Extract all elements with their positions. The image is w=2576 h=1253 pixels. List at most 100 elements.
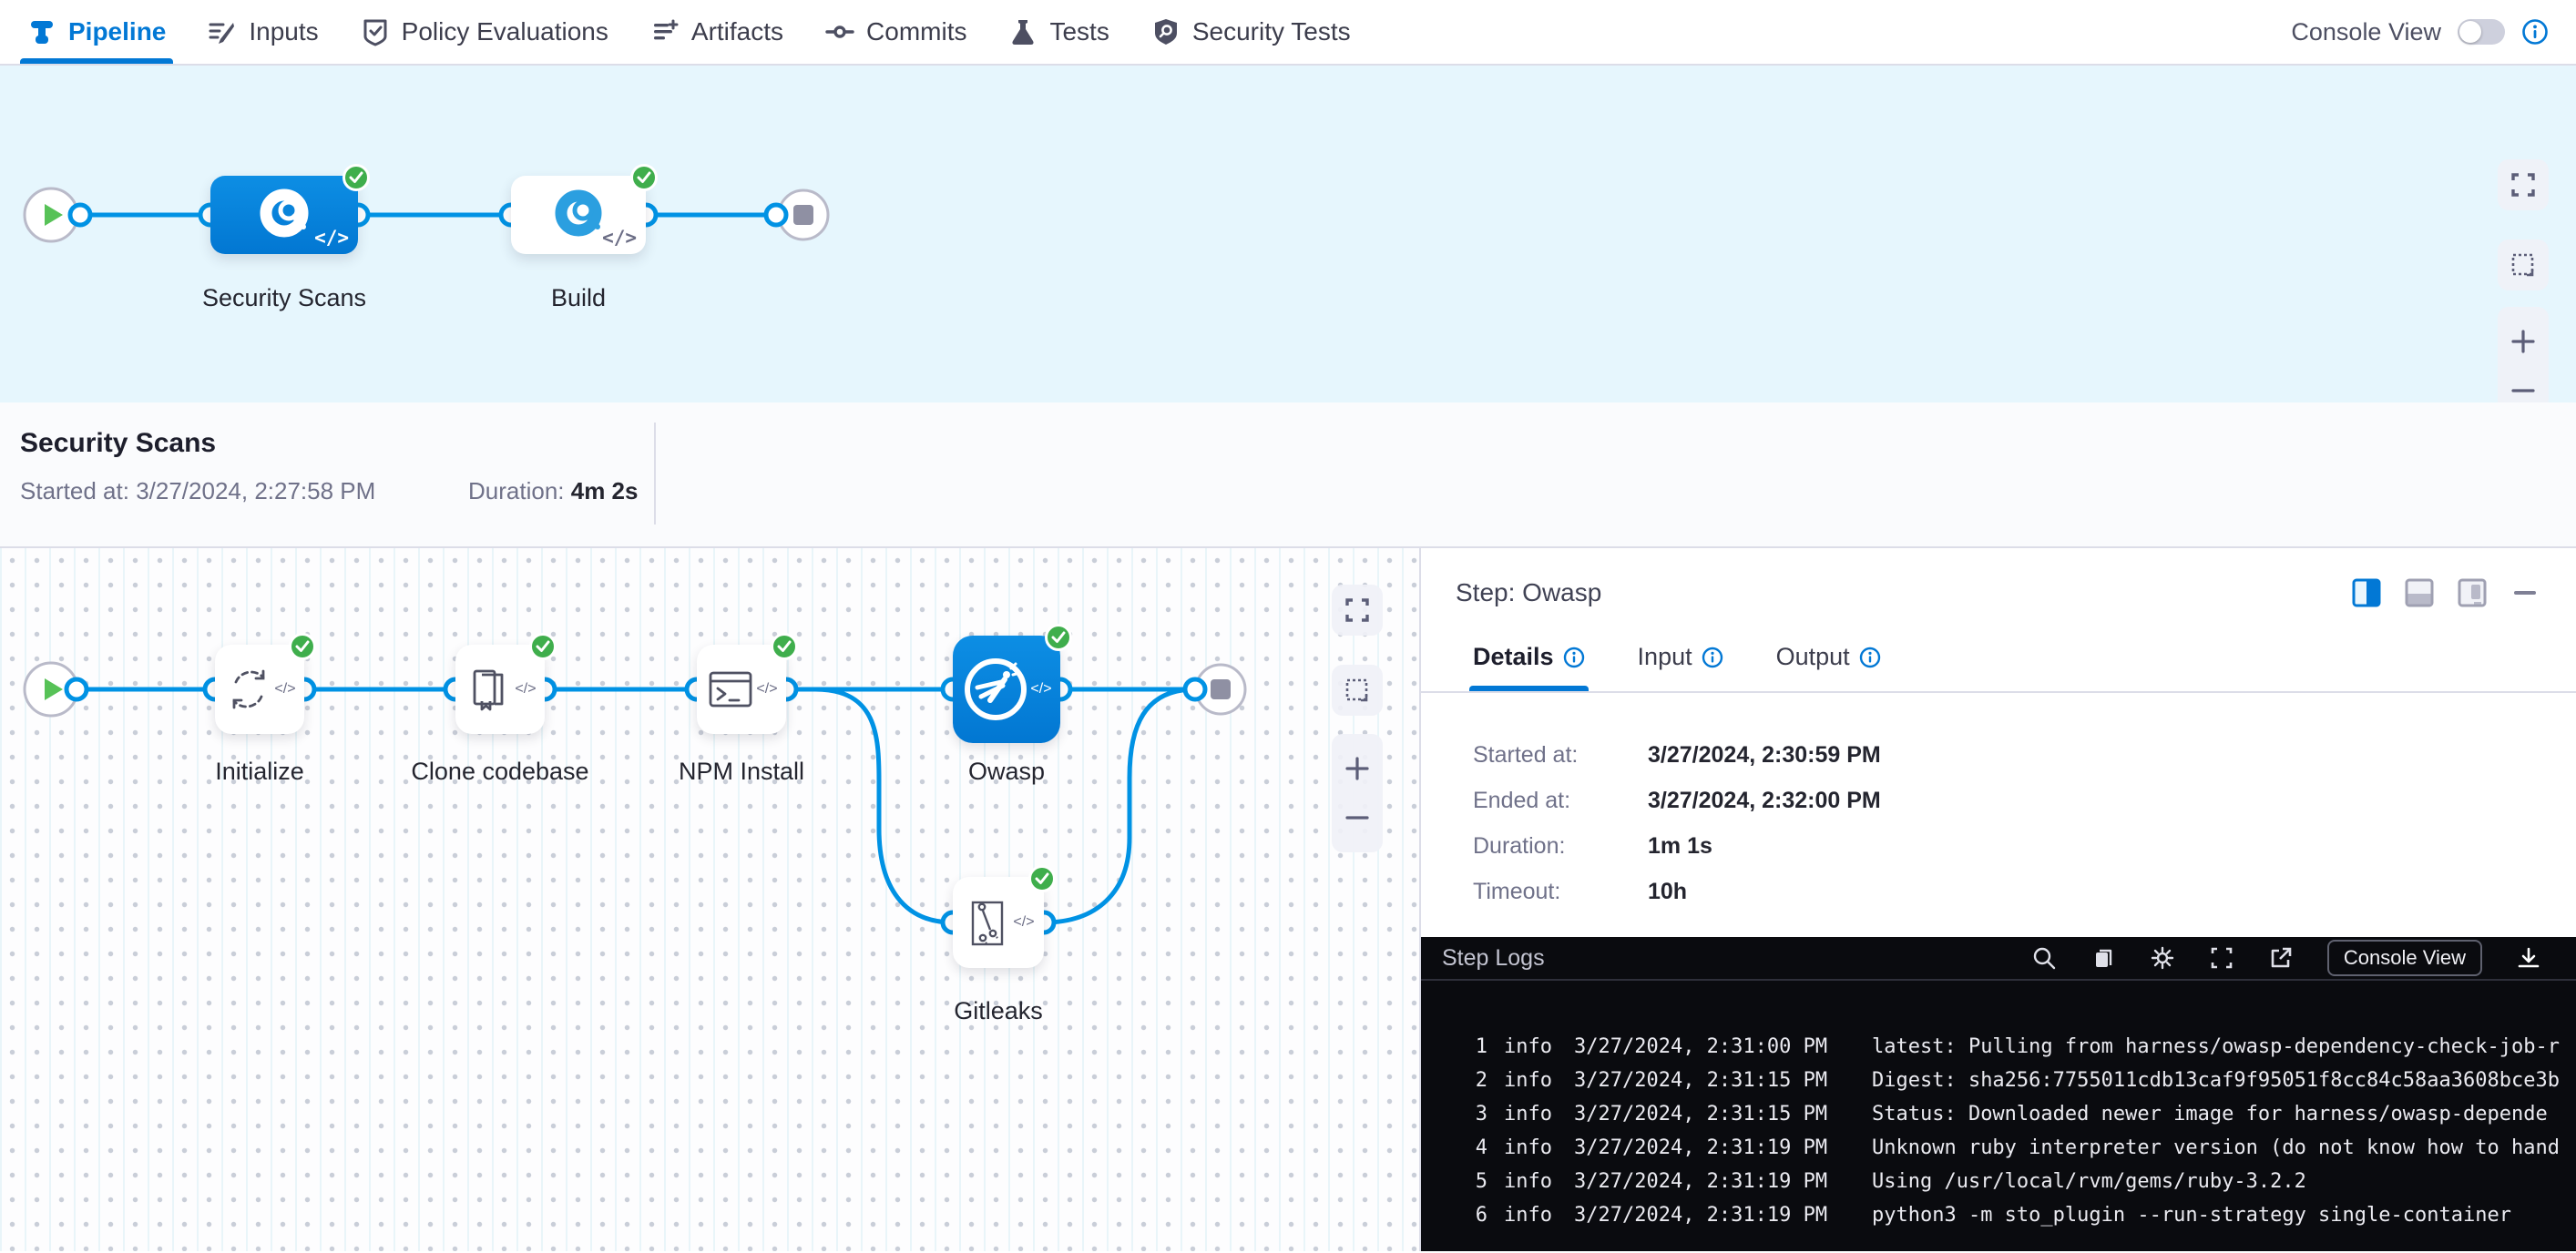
step-panel-tabs: Details Input Output (1421, 643, 2576, 693)
console-view-toggle[interactable] (2458, 19, 2505, 45)
log-message: python3 -m sto_plugin --run-strategy sin… (1872, 1204, 2576, 1227)
step-node-gitleaks[interactable]: </> (953, 877, 1044, 968)
log-download-icon[interactable] (2516, 945, 2541, 971)
step-node-label[interactable]: Gitleaks (862, 997, 1135, 1025)
log-copy-icon[interactable] (2090, 945, 2116, 971)
detail-label: Timeout: (1473, 879, 1648, 905)
zoom-controls (1332, 734, 1383, 852)
step-node-owasp[interactable]: </> (953, 636, 1060, 743)
log-line: 6 info 3/27/2024, 2:31:19 PM python3 -m … (1421, 1198, 2576, 1232)
marquee-icon (1344, 677, 1371, 704)
minimize-panel-icon[interactable] (2510, 576, 2540, 610)
log-message: Unknown ruby interpreter version (do not… (1872, 1136, 2576, 1159)
info-icon[interactable] (2521, 18, 2549, 46)
log-fullscreen-icon[interactable] (2209, 945, 2234, 971)
step-logs-title: Step Logs (1442, 945, 1545, 972)
tab-security-tests[interactable]: Security Tests (1151, 0, 1351, 64)
nav-tabs: Pipeline Inputs Policy Evaluations Artif… (27, 0, 1393, 64)
tab-artifacts[interactable]: Artifacts (650, 0, 783, 64)
tab-tests[interactable]: Tests (1008, 0, 1109, 64)
initialize-icon (223, 664, 274, 715)
zoom-out-icon[interactable] (2509, 376, 2538, 405)
step-node-npm-install[interactable]: </> (697, 645, 786, 734)
log-level: info (1504, 1103, 1552, 1126)
yaml-code-icon[interactable]: </> (314, 227, 349, 249)
log-line-number: 2 (1421, 1069, 1487, 1092)
step-node-label[interactable]: Initialize (123, 758, 396, 786)
tab-input[interactable]: Input (1638, 643, 1723, 691)
log-message: Status: Downloaded newer image for harne… (1872, 1103, 2576, 1126)
log-line-number: 1 (1421, 1035, 1487, 1058)
step-logs-body[interactable]: 1 info 3/27/2024, 2:31:00 PM latest: Pul… (1421, 981, 2576, 1232)
artifacts-icon (650, 17, 680, 46)
zoom-in-icon[interactable] (2509, 327, 2538, 356)
stage-node-security-scans[interactable]: </> (210, 176, 358, 254)
tab-commits[interactable]: Commits (825, 0, 966, 64)
yaml-code-icon[interactable]: </> (1013, 914, 1034, 931)
marquee-select-button[interactable] (1332, 665, 1383, 716)
step-graph-canvas[interactable]: </> Initialize </> Clone codebase (0, 548, 1421, 1251)
step-node-label[interactable]: NPM Install (605, 758, 878, 786)
log-line-number: 3 (1421, 1103, 1487, 1126)
fullscreen-button[interactable] (1332, 585, 1383, 636)
log-line: 5 info 3/27/2024, 2:31:19 PM Using /usr/… (1421, 1165, 2576, 1198)
stage-started-at: Started at: 3/27/2024, 2:27:58 PM (20, 477, 375, 505)
step-node-initialize[interactable]: </> (215, 645, 304, 734)
layout-bottom-panel-icon[interactable] (2405, 576, 2434, 610)
success-badge (289, 633, 316, 660)
step-panel-header: Step: Owasp (1421, 548, 2576, 610)
tab-policy-evaluations[interactable]: Policy Evaluations (361, 0, 608, 64)
console-view-label: Console View (2291, 18, 2441, 46)
log-message: Using /usr/local/rvm/gems/ruby-3.2.2 (1872, 1170, 2576, 1193)
success-badge (771, 633, 798, 660)
console-view-button[interactable]: Console View (2327, 940, 2482, 976)
log-line-number: 4 (1421, 1136, 1487, 1159)
tab-details[interactable]: Details (1473, 643, 1585, 691)
info-icon[interactable] (1859, 647, 1881, 668)
layout-right-panel-icon[interactable] (2352, 576, 2381, 610)
yaml-code-icon[interactable]: </> (1030, 681, 1051, 698)
info-icon[interactable] (1702, 647, 1723, 668)
stage-node-label[interactable]: Build (442, 284, 715, 312)
detail-row-started-at: Started at: 3/27/2024, 2:30:59 PM (1473, 742, 2576, 769)
log-timestamp: 3/27/2024, 2:31:15 PM (1574, 1069, 1829, 1092)
log-timestamp: 3/27/2024, 2:31:15 PM (1574, 1103, 1829, 1126)
tab-pipeline[interactable]: Pipeline (27, 0, 166, 64)
tab-inputs[interactable]: Inputs (208, 0, 318, 64)
step-details-panel: Step: Owasp Details Input (1421, 548, 2576, 1251)
log-search-icon[interactable] (2031, 945, 2057, 971)
layout-floating-panel-icon[interactable] (2458, 576, 2487, 610)
log-open-new-tab-icon[interactable] (2268, 945, 2294, 971)
tab-label: Policy Evaluations (402, 17, 608, 46)
zoom-out-icon[interactable] (1343, 803, 1372, 832)
step-node-label[interactable]: Owasp (870, 758, 1143, 786)
top-nav: Pipeline Inputs Policy Evaluations Artif… (0, 0, 2576, 66)
tests-icon (1008, 17, 1038, 46)
step-node-clone-codebase[interactable]: </> (455, 645, 545, 734)
yaml-code-icon[interactable]: </> (602, 227, 637, 249)
yaml-code-icon[interactable]: </> (756, 681, 777, 698)
log-level: info (1504, 1035, 1552, 1058)
step-node-label[interactable]: Clone codebase (363, 758, 637, 786)
log-settings-icon[interactable] (2150, 945, 2175, 971)
log-message: Digest: sha256:7755011cdb13caf9f95051f8c… (1872, 1069, 2576, 1092)
yaml-code-icon[interactable]: </> (515, 681, 536, 698)
yaml-code-icon[interactable]: </> (274, 681, 295, 698)
fullscreen-button[interactable] (2498, 159, 2549, 210)
log-timestamp: 3/27/2024, 2:31:00 PM (1574, 1035, 1829, 1058)
marquee-select-button[interactable] (2498, 239, 2549, 290)
zoom-in-icon[interactable] (1343, 754, 1372, 783)
stage-node-label[interactable]: Security Scans (148, 284, 421, 312)
tab-label: Tests (1049, 17, 1109, 46)
success-badge (342, 164, 370, 191)
toggle-knob (2459, 21, 2481, 43)
log-line: 4 info 3/27/2024, 2:31:19 PM Unknown rub… (1421, 1131, 2576, 1165)
tab-output[interactable]: Output (1776, 643, 1881, 691)
step-logs-header: Step Logs Console View (1421, 937, 2576, 981)
detail-row-ended-at: Ended at: 3/27/2024, 2:32:00 PM (1473, 788, 2576, 814)
log-line: 1 info 3/27/2024, 2:31:00 PM latest: Pul… (1421, 1030, 2576, 1064)
info-icon[interactable] (1563, 647, 1585, 668)
stage-graph-canvas[interactable]: </> Security Scans </> Build (0, 66, 2576, 402)
tab-label: Output (1776, 643, 1850, 671)
stage-node-build[interactable]: </> (511, 176, 646, 254)
